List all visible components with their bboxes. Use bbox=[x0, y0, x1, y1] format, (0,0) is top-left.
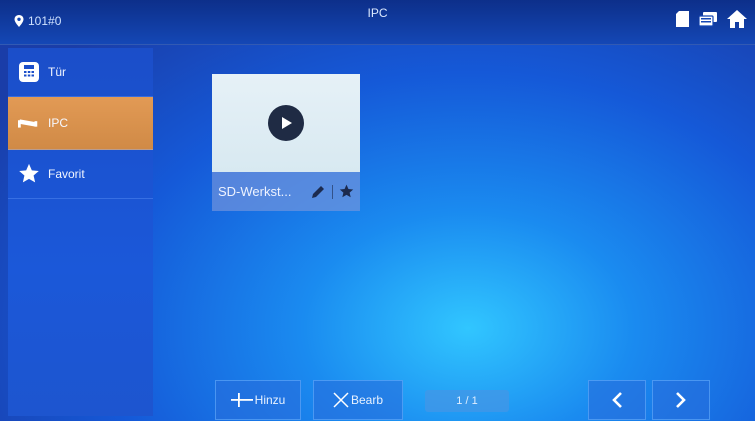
top-bar: 101#0 IPC bbox=[0, 0, 755, 45]
star-icon bbox=[18, 163, 40, 185]
camera-card[interactable]: SD-Werkst... bbox=[212, 74, 360, 211]
plus-icon bbox=[230, 393, 253, 407]
add-button-label: Hinzu bbox=[254, 393, 286, 407]
camera-card-footer: SD-Werkst... bbox=[212, 172, 360, 211]
sidebar-item-label: Favorit bbox=[48, 167, 85, 181]
sidebar-item-ipc[interactable]: IPC bbox=[8, 97, 153, 150]
edit-icon[interactable] bbox=[310, 184, 326, 200]
play-icon[interactable] bbox=[268, 105, 304, 141]
previous-page-button[interactable] bbox=[588, 380, 646, 420]
status-icons bbox=[676, 10, 747, 28]
close-icon bbox=[333, 392, 349, 408]
next-page-button[interactable] bbox=[652, 380, 710, 420]
sidebar-item-tur[interactable]: Tür bbox=[8, 48, 153, 97]
screen: 101#0 IPC Tür IPC Favorit SD-Werkst... H… bbox=[0, 0, 755, 421]
sidebar-item-label: IPC bbox=[48, 116, 69, 130]
sidebar-item-favorit[interactable]: Favorit bbox=[8, 150, 153, 199]
divider bbox=[332, 184, 333, 199]
camera-name: SD-Werkst... bbox=[218, 184, 292, 199]
home-icon[interactable] bbox=[727, 10, 747, 28]
edit-button[interactable]: Bearb bbox=[313, 380, 403, 420]
page-indicator: 1 / 1 bbox=[425, 390, 509, 412]
star-icon[interactable] bbox=[339, 184, 354, 199]
camera-icon bbox=[18, 112, 40, 134]
add-button[interactable]: Hinzu bbox=[215, 380, 301, 420]
keypad-icon bbox=[18, 61, 40, 83]
chevron-left-icon bbox=[612, 392, 622, 408]
page-title: IPC bbox=[367, 6, 388, 20]
sidebar-item-label: Tür bbox=[48, 65, 66, 79]
edit-button-label: Bearb bbox=[350, 393, 384, 407]
display-icon[interactable] bbox=[699, 11, 717, 27]
chevron-right-icon bbox=[676, 392, 686, 408]
sd-card-icon bbox=[676, 11, 689, 27]
sidebar: Tür IPC Favorit bbox=[8, 48, 153, 416]
camera-preview[interactable] bbox=[212, 74, 360, 172]
